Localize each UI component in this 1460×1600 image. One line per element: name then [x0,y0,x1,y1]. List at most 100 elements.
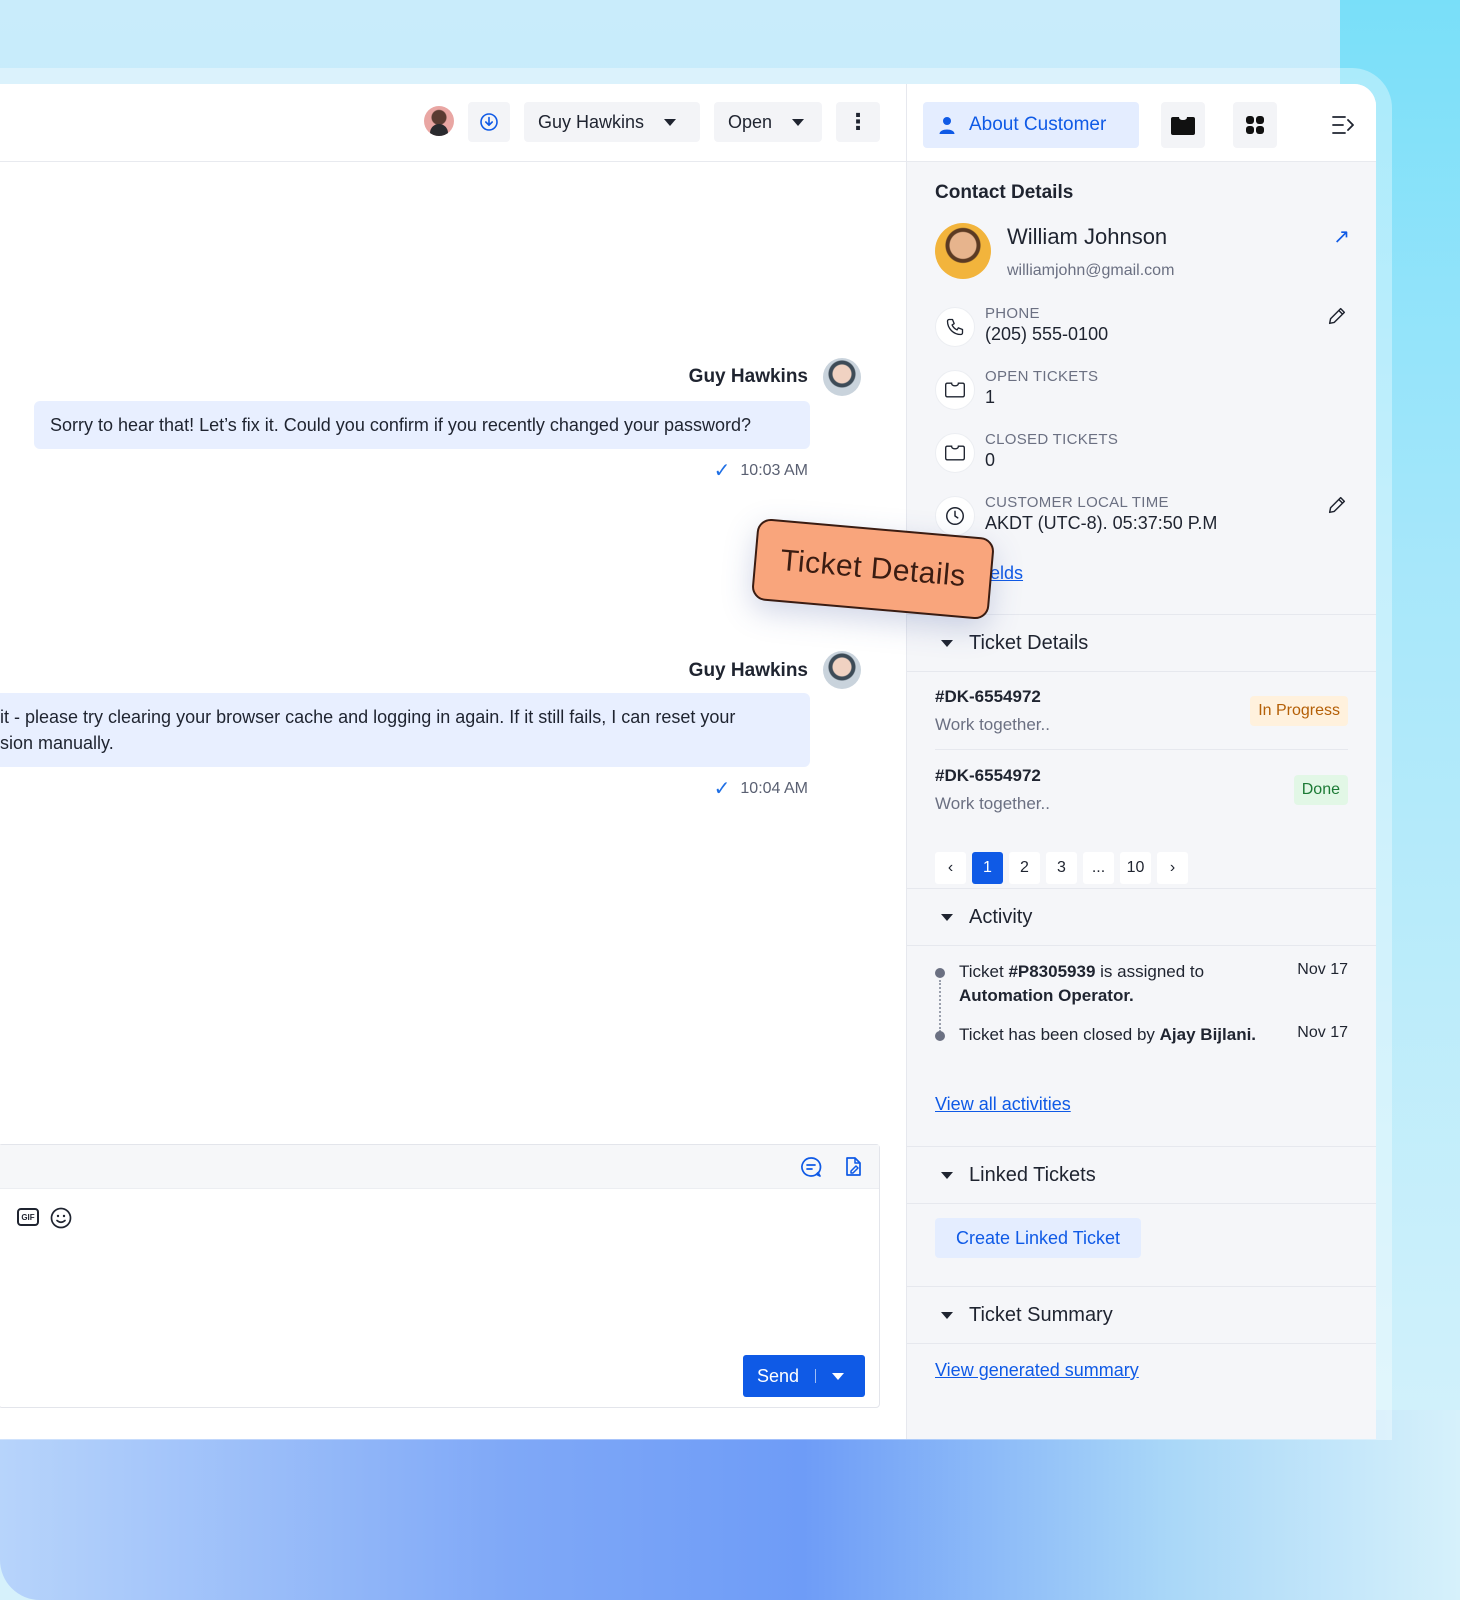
tab-tickets[interactable] [1161,102,1205,148]
message-sender: Guy Hawkins [688,660,808,681]
send-button[interactable]: Send [743,1355,865,1397]
check-icon: ✓ [713,460,731,482]
activity-timeline [939,980,941,1032]
helpdesk-app: Guy Hawkins Open ⋮ Guy Hawkins Sorry to … [0,84,1376,1439]
chat-header: Guy Hawkins Open ⋮ [0,84,906,162]
view-all-activities-link[interactable]: View all activities [935,1094,1071,1115]
file-edit-icon[interactable] [841,1155,865,1179]
grid-icon [1246,116,1264,134]
composer-toolbar [0,1145,879,1189]
pagination: ‹ 1 2 3 ... 10 › [935,852,1188,884]
pagination-page[interactable]: 10 [1120,852,1151,884]
chevron-down-icon[interactable] [832,1372,845,1380]
open-tickets-label: OPEN TICKETS [985,368,1099,385]
activity-ticket-id[interactable]: #P8305939 [1008,962,1095,981]
download-button[interactable] [468,102,510,142]
caret-down-icon [941,1171,953,1179]
assignee-dropdown[interactable]: Guy Hawkins [524,102,700,142]
user-icon [939,117,955,134]
contact-details-title: Contact Details [935,182,1074,203]
linked-tickets-header[interactable]: Linked Tickets [907,1147,1376,1203]
view-generated-summary-link[interactable]: View generated summary [935,1360,1139,1381]
chevron-down-icon [792,118,805,126]
message-text: Sorry to hear that! Let’s fix it. Could … [50,415,752,435]
create-linked-ticket-button[interactable]: Create Linked Ticket [935,1218,1141,1258]
closed-tickets-icon-wrap [935,433,975,473]
activity-header[interactable]: Activity [907,889,1376,945]
check-icon: ✓ [713,778,731,800]
closed-tickets-value: 0 [985,450,996,470]
customer-email: williamjohn@gmail.com [1007,262,1175,279]
divider [907,671,1376,672]
status-dropdown[interactable]: Open [714,102,822,142]
ticket-id[interactable]: #DK-6554972 [935,766,1041,786]
divider [907,945,1376,946]
message-bubble: Sorry to hear that! Let’s fix it. Could … [34,401,810,449]
reply-composer[interactable]: GIF Send [0,1144,880,1408]
status-badge: Done [1293,775,1348,805]
open-profile-arrow-icon[interactable]: ↗ [1333,224,1350,249]
ticket-details-title: Ticket Details [969,631,1089,654]
chevron-down-icon [664,118,677,126]
agent-avatar[interactable] [424,106,454,136]
more-fields-link[interactable]: elds [990,563,1023,584]
panel-tabs: About Customer [907,84,1376,162]
activity-title: Activity [969,905,1033,928]
phone-label: PHONE [985,305,1040,322]
customer-avatar [935,223,991,279]
open-tickets-icon-wrap [935,370,975,410]
open-tickets-value: 1 [985,387,996,407]
more-vertical-icon: ⋮ [847,109,869,134]
ticket-subtitle: Work together.. [935,794,1050,813]
customer-panel: About Customer Contact Details William J… [907,84,1376,1439]
pagination-ellipsis: ... [1083,852,1114,884]
edit-pencil-icon[interactable] [1326,494,1348,516]
phone-value: (205) 555-0100 [985,324,1109,344]
collapse-panel-icon[interactable] [1331,114,1355,136]
emoji-icon[interactable] [49,1206,73,1230]
gif-icon[interactable]: GIF [17,1208,39,1226]
message-meta: ✓ 10:03 AM [714,458,808,483]
ticket-summary-title: Ticket Summary [969,1303,1113,1326]
pagination-page[interactable]: 3 [1046,852,1077,884]
message-time: 10:04 AM [740,779,808,797]
tab-apps[interactable] [1233,102,1277,148]
activity-text: Ticket has been closed by [959,1025,1160,1044]
closed-tickets-label: CLOSED TICKETS [985,431,1119,448]
edit-pencil-icon[interactable] [1326,305,1348,327]
sender-avatar [823,358,861,396]
phone-icon-wrap [935,307,975,347]
activity-dot [935,968,945,978]
assignee-label: Guy Hawkins [538,111,645,132]
activity-date: Nov 17 [1297,961,1348,978]
ticket-details-header[interactable]: Ticket Details [907,615,1376,671]
pagination-next[interactable]: › [1157,852,1188,884]
activity-date: Nov 17 [1297,1024,1348,1041]
send-divider [815,1369,817,1383]
message-bubble: it - please try clearing your browser ca… [0,693,810,767]
customer-name: William Johnson [1007,224,1168,249]
divider [907,1203,1376,1204]
divider [907,1343,1376,1344]
pagination-page[interactable]: 2 [1009,852,1040,884]
ticket-id[interactable]: #DK-6554972 [935,687,1041,707]
ticket-outline-icon [945,445,965,461]
ticket-summary-header[interactable]: Ticket Summary [907,1287,1376,1343]
pagination-prev[interactable]: ‹ [935,852,966,884]
pagination-page[interactable]: 1 [972,852,1003,884]
status-label: Open [728,111,773,132]
ticket-icon [1171,117,1195,135]
sender-avatar [823,651,861,689]
clock-icon-wrap [935,496,975,536]
more-options-button[interactable]: ⋮ [836,102,880,142]
phone-icon [946,318,964,336]
ai-chat-icon[interactable] [799,1155,823,1179]
caret-down-icon [941,639,953,647]
activity-closer: Ajay Bijlani. [1159,1025,1257,1044]
activity-item: Ticket has been closed by Ajay Bijlani. [959,1023,1259,1047]
activity-assignee: Automation Operator. [959,986,1134,1005]
clock-icon [946,507,964,525]
linked-tickets-title: Linked Tickets [969,1163,1096,1186]
send-label: Send [757,1365,800,1386]
tab-about-customer[interactable]: About Customer [923,102,1139,148]
